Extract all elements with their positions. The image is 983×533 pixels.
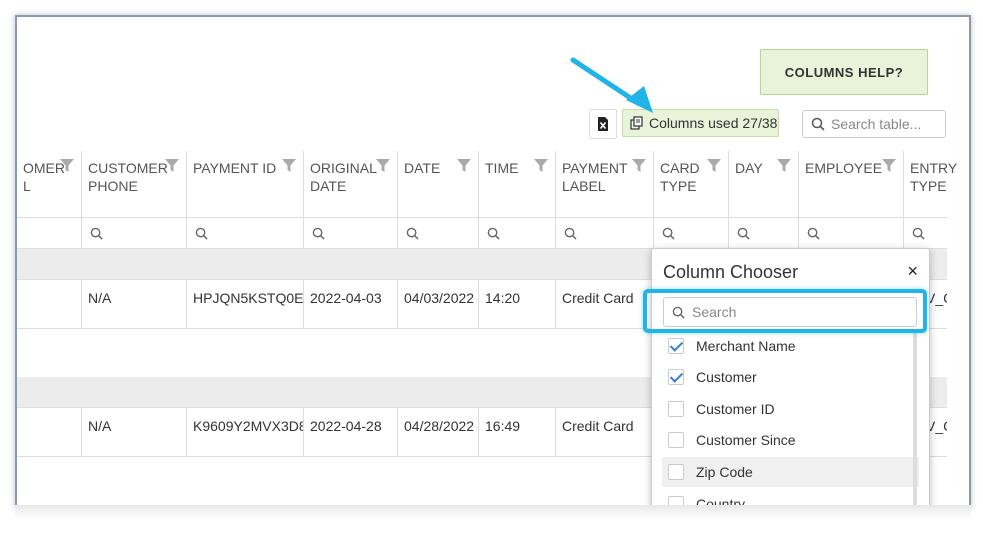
filter-icon[interactable] bbox=[457, 159, 471, 172]
excel-export-icon bbox=[598, 117, 608, 131]
table-cell: 04/03/2022 bbox=[398, 280, 479, 328]
filter-icon[interactable] bbox=[376, 159, 390, 172]
column-option-label: Merchant Name bbox=[696, 338, 796, 354]
checkbox[interactable] bbox=[668, 464, 684, 480]
column-filter-input[interactable] bbox=[654, 218, 729, 248]
column-option-label: Customer bbox=[696, 369, 757, 385]
table-cell: N/A bbox=[82, 408, 187, 456]
column-chooser-panel: Column Chooser × Search Merchant Name Cu… bbox=[651, 248, 930, 507]
search-icon bbox=[406, 227, 419, 240]
header-label: TYPE bbox=[660, 178, 697, 194]
header-label: DATE bbox=[310, 178, 347, 194]
search-icon bbox=[662, 227, 675, 240]
filter-icon[interactable] bbox=[882, 159, 896, 172]
columns-help-button[interactable]: COLUMNS HELP? bbox=[760, 49, 928, 95]
search-icon bbox=[807, 227, 820, 240]
column-option[interactable]: Customer ID bbox=[662, 394, 919, 424]
filter-icon[interactable] bbox=[534, 159, 548, 172]
table-cell: 2022-04-03 bbox=[304, 280, 398, 328]
table-cell: 2022-04-28 bbox=[304, 408, 398, 456]
table-cell: Credit Card bbox=[556, 408, 654, 456]
frame-shadow bbox=[15, 505, 971, 519]
filter-row bbox=[17, 218, 947, 249]
column-option[interactable]: Merchant Name bbox=[662, 331, 919, 361]
search-icon bbox=[811, 117, 825, 131]
column-filter-input[interactable] bbox=[479, 218, 556, 248]
table-cell bbox=[17, 408, 82, 456]
filter-icon[interactable] bbox=[777, 159, 791, 172]
app-frame: COLUMNS HELP? Columns used 27/38 Search … bbox=[15, 15, 971, 507]
column-header[interactable]: ORIGINAL DATE bbox=[304, 151, 398, 217]
column-filter-input[interactable] bbox=[799, 218, 904, 248]
search-icon bbox=[912, 227, 925, 240]
filter-icon[interactable] bbox=[282, 159, 296, 172]
header-label: LABEL bbox=[562, 178, 606, 194]
filter-icon[interactable] bbox=[632, 159, 646, 172]
search-icon bbox=[487, 227, 500, 240]
column-header[interactable]: EMPLOYEE bbox=[799, 151, 904, 217]
header-label: ENTRY bbox=[910, 160, 958, 176]
column-filter-input[interactable] bbox=[187, 218, 304, 248]
columns-icon bbox=[630, 116, 643, 130]
column-option-label: Customer Since bbox=[696, 432, 796, 448]
table-cell: K9609Y2MVX3D8 bbox=[187, 408, 304, 456]
column-header[interactable]: OMER L bbox=[17, 151, 82, 217]
search-icon bbox=[564, 227, 577, 240]
column-filter-input[interactable] bbox=[304, 218, 398, 248]
table-cell: 16:49 bbox=[479, 408, 556, 456]
column-chooser-scrollbar[interactable] bbox=[913, 331, 917, 507]
column-header[interactable]: PAYMENT ID bbox=[187, 151, 304, 217]
search-icon bbox=[312, 227, 325, 240]
filter-icon[interactable] bbox=[165, 159, 179, 172]
header-row: OMER L CUSTOMER PHONE PAYMENT ID ORIGINA… bbox=[17, 151, 958, 218]
pointer-arrow bbox=[570, 57, 653, 113]
column-option-label: Zip Code bbox=[696, 464, 753, 480]
search-icon bbox=[195, 227, 208, 240]
search-highlight-annotation bbox=[643, 289, 927, 333]
table-search-placeholder: Search table... bbox=[831, 116, 922, 132]
column-filter-input[interactable] bbox=[398, 218, 479, 248]
column-filter-input[interactable] bbox=[904, 218, 947, 248]
column-option-label: Customer ID bbox=[696, 401, 775, 417]
column-header[interactable]: DATE bbox=[398, 151, 479, 217]
column-option[interactable]: Customer Since bbox=[662, 425, 919, 455]
column-header[interactable]: CUSTOMER PHONE bbox=[82, 151, 187, 217]
checkbox-checked[interactable] bbox=[668, 338, 684, 354]
column-filter-input[interactable] bbox=[556, 218, 654, 248]
table-cell: Credit Card bbox=[556, 280, 654, 328]
column-header[interactable]: PAYMENT LABEL bbox=[556, 151, 654, 217]
column-option[interactable]: Zip Code bbox=[662, 457, 919, 487]
table-cell: 14:20 bbox=[479, 280, 556, 328]
search-icon bbox=[90, 227, 103, 240]
header-label: TYPE bbox=[910, 178, 947, 194]
column-filter-input[interactable] bbox=[17, 218, 82, 248]
column-chooser-title: Column Chooser bbox=[663, 262, 799, 282]
table-cell: HPJQN5KSTQ0EC bbox=[187, 280, 304, 328]
filter-icon[interactable] bbox=[707, 159, 721, 172]
filter-icon[interactable] bbox=[60, 159, 74, 172]
column-header[interactable]: DAY bbox=[729, 151, 799, 217]
checkbox[interactable] bbox=[668, 432, 684, 448]
table-search-input[interactable]: Search table... bbox=[802, 110, 946, 138]
column-option[interactable]: Customer bbox=[662, 362, 919, 392]
column-header[interactable]: ENTRY TYPE bbox=[904, 151, 958, 217]
checkbox-checked[interactable] bbox=[668, 369, 684, 385]
checkbox[interactable] bbox=[668, 401, 684, 417]
column-header[interactable]: TIME bbox=[479, 151, 556, 217]
table-cell: 04/28/2022 bbox=[398, 408, 479, 456]
column-filter-input[interactable] bbox=[729, 218, 799, 248]
column-header[interactable]: CARD TYPE bbox=[654, 151, 729, 217]
table-cell bbox=[17, 280, 82, 328]
table-cell: N/A bbox=[82, 280, 187, 328]
header-label: PHONE bbox=[88, 178, 138, 194]
header-label: L bbox=[23, 178, 31, 194]
search-icon bbox=[737, 227, 750, 240]
column-filter-input[interactable] bbox=[82, 218, 187, 248]
close-icon[interactable]: × bbox=[907, 261, 918, 282]
columns-used-label: Columns used 27/38 bbox=[649, 115, 778, 131]
